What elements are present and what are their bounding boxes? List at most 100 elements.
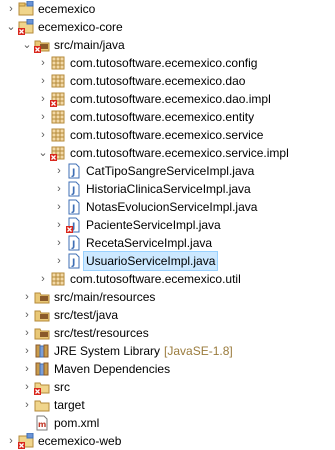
tree-item-label: src/test/resources: [54, 326, 149, 340]
svg-text:J: J: [71, 258, 75, 268]
tree-item-src-main-java[interactable]: ⌄ src/main/java: [0, 36, 335, 54]
tree-item-src-folder[interactable]: › src: [0, 378, 335, 396]
tree-item-src-test-resources[interactable]: › src/test/resources: [0, 324, 335, 342]
tree-item-label: ecemexico-core: [38, 20, 123, 34]
tree-item-package-util[interactable]: › com.tutosoftware.ecemexico.util: [0, 270, 335, 288]
svg-text:m: m: [38, 420, 46, 429]
chevron-right-icon[interactable]: ›: [38, 90, 48, 108]
library-version-decoration: [JavaSE-1.8]: [164, 344, 233, 358]
package-icon: [50, 73, 66, 89]
tree-item-package-service[interactable]: › com.tutosoftware.ecemexico.service: [0, 126, 335, 144]
package-error-icon: [50, 145, 66, 161]
svg-text:J: J: [71, 204, 75, 214]
folder-error-icon: [34, 379, 50, 395]
tree-item-label: src: [54, 380, 70, 394]
chevron-right-icon[interactable]: ›: [38, 126, 48, 144]
tree-item-label: com.tutosoftware.ecemexico.entity: [70, 110, 255, 124]
tree-item-jre-library[interactable]: › JRE System Library [JavaSE-1.8]: [0, 342, 335, 360]
source-folder-error-icon: [34, 37, 50, 53]
tree-item-java-file[interactable]: › J RecetaServiceImpl.java: [0, 234, 335, 252]
chevron-right-icon[interactable]: ›: [54, 234, 64, 252]
chevron-right-icon[interactable]: ›: [22, 342, 32, 360]
tree-item-label: CatTipoSangreServiceImpl.java: [86, 164, 255, 178]
chevron-right-icon[interactable]: ›: [38, 108, 48, 126]
project-icon: [18, 1, 34, 17]
chevron-right-icon[interactable]: ›: [22, 360, 32, 378]
library-icon: [34, 343, 50, 359]
tree-item-java-file-selected[interactable]: › J UsuarioServiceImpl.java: [0, 251, 335, 271]
tree-item-label: com.tutosoftware.ecemexico.util: [70, 272, 241, 286]
tree-item-label: src/main/java: [54, 38, 125, 52]
tree-item-java-file[interactable]: › J HistoriaClinicaServiceImpl.java: [0, 180, 335, 198]
chevron-right-icon[interactable]: ›: [38, 54, 48, 72]
chevron-right-icon[interactable]: ›: [6, 0, 16, 18]
library-icon: [34, 361, 50, 377]
package-error-icon: [50, 91, 66, 107]
tree-item-package-dao-impl[interactable]: › com.tutosoftware.ecemexico.dao.impl: [0, 90, 335, 108]
tree-item-src-main-resources[interactable]: › src/main/resources: [0, 288, 335, 306]
java-file-icon: J: [66, 253, 82, 269]
project-error-icon: [18, 433, 34, 449]
maven-pom-icon: m: [34, 415, 50, 431]
chevron-down-icon[interactable]: ⌄: [38, 144, 48, 162]
tree-item-label: com.tutosoftware.ecemexico.service: [70, 128, 264, 142]
chevron-right-icon[interactable]: ›: [22, 396, 32, 414]
chevron-down-icon[interactable]: ⌄: [6, 18, 16, 36]
tree-item-package-dao[interactable]: › com.tutosoftware.ecemexico.dao: [0, 72, 335, 90]
chevron-right-icon[interactable]: ›: [38, 72, 48, 90]
chevron-right-icon[interactable]: ›: [22, 378, 32, 396]
tree-item-package-entity[interactable]: › com.tutosoftware.ecemexico.entity: [0, 108, 335, 126]
package-icon: [50, 127, 66, 143]
package-icon: [50, 109, 66, 125]
tree-item-pom-xml[interactable]: m pom.xml: [0, 414, 335, 432]
tree-item-label: src/main/resources: [54, 290, 156, 304]
tree-item-ecemexico-web[interactable]: › ecemexico-web: [0, 432, 335, 450]
package-icon: [50, 55, 66, 71]
tree-item-java-file[interactable]: › J CatTipoSangreServiceImpl.java: [0, 162, 335, 180]
tree-item-java-file[interactable]: › J PacienteServiceImpl.java: [0, 216, 335, 234]
chevron-right-icon[interactable]: ›: [22, 324, 32, 342]
tree-item-label: UsuarioServiceImpl.java: [82, 251, 219, 271]
tree-item-label: com.tutosoftware.ecemexico.service.impl: [70, 146, 289, 160]
chevron-right-icon[interactable]: ›: [54, 162, 64, 180]
package-icon: [50, 271, 66, 287]
tree-item-label: src/test/java: [54, 308, 119, 322]
tree-item-maven-dependencies[interactable]: › Maven Dependencies: [0, 360, 335, 378]
chevron-right-icon[interactable]: ›: [22, 306, 32, 324]
tree-item-label: pom.xml: [54, 416, 100, 430]
tree-item-label: ecemexico: [38, 2, 96, 16]
project-error-icon: [18, 19, 34, 35]
tree-item-java-file[interactable]: › J NotasEvolucionServiceImpl.java: [0, 198, 335, 216]
svg-text:J: J: [71, 240, 75, 250]
svg-text:J: J: [71, 186, 75, 196]
chevron-down-icon[interactable]: ⌄: [22, 36, 32, 54]
java-file-icon: J: [66, 235, 82, 251]
tree-item-label: NotasEvolucionServiceImpl.java: [86, 200, 258, 214]
tree-item-package-service-impl[interactable]: ⌄ com.tutosoftware.ecemexico.service.imp…: [0, 144, 335, 162]
chevron-right-icon[interactable]: ›: [54, 198, 64, 216]
java-file-icon: J: [66, 163, 82, 179]
chevron-right-icon[interactable]: ›: [54, 216, 64, 234]
chevron-right-icon[interactable]: ›: [54, 180, 64, 198]
tree-item-label: JRE System Library [JavaSE-1.8]: [54, 342, 233, 360]
tree-item-ecemexico[interactable]: › ecemexico: [0, 0, 335, 18]
tree-item-label: ecemexico-web: [38, 434, 122, 448]
chevron-right-icon[interactable]: ›: [54, 252, 64, 270]
tree-item-label: target: [54, 398, 85, 412]
tree-item-label: Maven Dependencies: [54, 362, 171, 376]
chevron-right-icon[interactable]: ›: [38, 270, 48, 288]
tree-item-label: PacienteServiceImpl.java: [86, 218, 221, 232]
package-explorer-tree: › ecemexico ⌄ ecemexico-core ⌄ src/main/…: [0, 0, 335, 449]
chevron-right-icon[interactable]: ›: [22, 288, 32, 306]
chevron-right-icon[interactable]: ›: [6, 432, 16, 450]
tree-item-label: com.tutosoftware.ecemexico.dao.impl: [70, 92, 271, 106]
tree-item-package-config[interactable]: › com.tutosoftware.ecemexico.config: [0, 54, 335, 72]
tree-item-target-folder[interactable]: › target: [0, 396, 335, 414]
source-folder-icon: [34, 325, 50, 341]
folder-icon: [34, 397, 50, 413]
tree-item-label: RecetaServiceImpl.java: [86, 236, 213, 250]
tree-item-label: com.tutosoftware.ecemexico.dao: [70, 74, 246, 88]
svg-text:J: J: [71, 168, 75, 178]
tree-item-ecemexico-core[interactable]: ⌄ ecemexico-core: [0, 18, 335, 36]
tree-item-src-test-java[interactable]: › src/test/java: [0, 306, 335, 324]
